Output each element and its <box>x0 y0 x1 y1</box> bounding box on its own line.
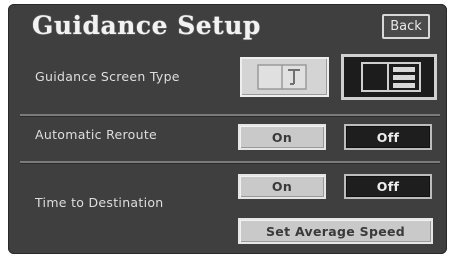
guidance-setup-screen: Guidance Setup Back Guidance Screen Type… <box>8 4 447 254</box>
automatic-reroute-label: Automatic Reroute <box>35 127 158 142</box>
full-screen-type-button[interactable] <box>341 54 437 100</box>
time-to-destination-off-button[interactable]: Off <box>344 174 432 199</box>
automatic-reroute-off-button[interactable]: Off <box>344 124 432 150</box>
full-list-icon <box>361 62 421 92</box>
set-average-speed-button[interactable]: Set Average Speed <box>238 218 433 244</box>
back-button[interactable]: Back <box>382 14 430 39</box>
divider <box>20 161 440 164</box>
split-map-icon <box>257 64 307 90</box>
split-screen-type-button[interactable] <box>240 57 329 97</box>
page-title: Guidance Setup <box>32 11 261 40</box>
guidance-screen-type-label: Guidance Screen Type <box>35 69 180 84</box>
time-to-destination-on-button[interactable]: On <box>238 174 326 199</box>
automatic-reroute-on-button[interactable]: On <box>238 124 326 150</box>
divider <box>20 114 440 117</box>
time-to-destination-label: Time to Destination <box>35 195 164 210</box>
